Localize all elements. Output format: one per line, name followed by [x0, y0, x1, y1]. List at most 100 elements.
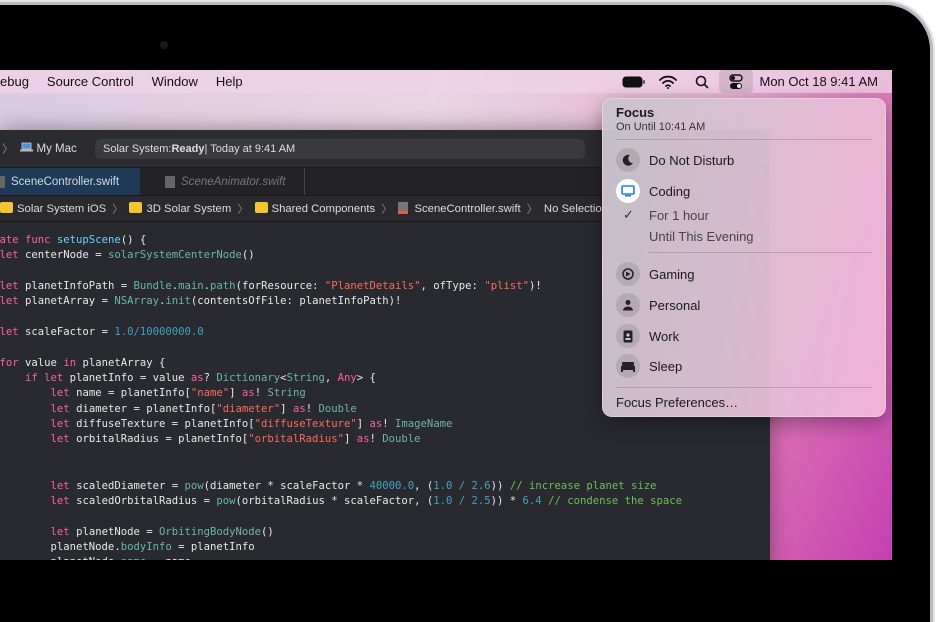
- focus-mode-label: Sleep: [649, 358, 683, 374]
- focus-sleep[interactable]: Sleep: [616, 354, 682, 378]
- code-line: for value in planetArray {: [0, 356, 682, 371]
- menu-source-control[interactable]: Source Control: [38, 74, 143, 89]
- menu-clock[interactable]: Mon Oct 18 9:41 AM: [753, 74, 892, 89]
- focus-mode-label: Gaming: [649, 266, 695, 282]
- code-token: 1.0 / 2.6: [433, 479, 491, 492]
- jump-label: Shared Components: [271, 203, 376, 215]
- code-token: scaledOrbitalRadius =: [76, 494, 217, 507]
- scheme-selector[interactable]: 〉 My Mac: [0, 141, 93, 157]
- duration-for-1-hour[interactable]: For 1 hour: [649, 208, 709, 223]
- chevron-right-icon: 〉: [2, 143, 14, 156]
- code-token: diameter = planetInfo[: [76, 402, 217, 415]
- code-token: )!: [528, 280, 542, 293]
- divider: [616, 139, 872, 140]
- jump-bar-item[interactable]: 3D Solar System: [129, 202, 231, 215]
- code-token: "orbitalRadius": [248, 433, 344, 446]
- search-icon[interactable]: [685, 70, 719, 93]
- code-token: planetNode.: [0, 556, 121, 560]
- code-token: for: [0, 356, 19, 369]
- status-area: Mon Oct 18 9:41 AM: [617, 70, 892, 93]
- control-center-icon[interactable]: [719, 70, 754, 93]
- code-token: setupScene: [56, 234, 121, 246]
- focus-mode-label: Work: [649, 328, 680, 344]
- focus-personal[interactable]: Personal: [616, 293, 700, 317]
- code-token: "plist": [484, 280, 529, 293]
- code-token: in: [63, 356, 83, 369]
- focus-do-not-disturb[interactable]: Do Not Disturb: [616, 148, 734, 172]
- jump-label: SceneController.swift: [414, 203, 521, 215]
- code-token: (): [261, 525, 274, 538]
- code-token: , (: [414, 479, 434, 492]
- moon-icon: [616, 148, 640, 172]
- code-token: "PlanetDetails": [324, 280, 421, 293]
- run-destination: My Mac: [36, 142, 77, 155]
- menu-window[interactable]: Window: [143, 74, 207, 89]
- code-token: ?: [203, 372, 217, 385]
- code-token: ]: [343, 433, 357, 446]
- code-token: 1.0/10000000.0: [114, 326, 204, 339]
- code-token: // increase planet size: [509, 479, 657, 492]
- menu-help[interactable]: Help: [207, 74, 252, 89]
- activity-project: Solar System:: [103, 142, 172, 155]
- divider: [649, 252, 872, 253]
- code-line: let scaledDiameter = pow(diameter * scal…: [0, 479, 682, 494]
- jump-bar-item[interactable]: SceneController.swift: [398, 202, 521, 215]
- tab-scenecontroller[interactable]: SceneController.swift: [0, 168, 140, 195]
- wifi-icon[interactable]: [651, 70, 685, 93]
- code-token: , ofType:: [420, 280, 485, 293]
- code-token: ]: [356, 418, 370, 431]
- activity-viewer: Solar System: Ready | Today at 9:41 AM: [95, 138, 585, 159]
- code-token: Any: [337, 372, 357, 385]
- code-token: = name: [146, 556, 191, 560]
- focus-mode-label: Personal: [649, 297, 701, 313]
- code-token: !: [305, 402, 319, 415]
- code-token: !: [254, 387, 268, 400]
- code-token: planetNode =: [76, 525, 159, 538]
- chevron-right-icon: 〉: [526, 203, 538, 216]
- code-token: if let: [25, 372, 64, 385]
- code-token: () {: [120, 234, 147, 246]
- tab-sceneanimator[interactable]: SceneAnimator.swift: [140, 168, 305, 195]
- duration-until-evening[interactable]: Until This Evening: [649, 229, 754, 244]
- code-token: "diameter": [216, 402, 281, 415]
- focus-coding[interactable]: Coding: [616, 179, 690, 203]
- jump-bar-item[interactable]: Solar System iOS: [0, 202, 106, 215]
- code-token: (): [241, 249, 255, 262]
- code-token: orbitalRadius = planetInfo[: [76, 433, 249, 446]
- code-token: planetInfo = value: [69, 372, 191, 385]
- code-token: = planetInfo: [171, 540, 255, 553]
- code-line: let name = planetInfo["name"] as! String: [0, 386, 682, 401]
- jump-bar-item[interactable]: Shared Components: [254, 202, 376, 215]
- menu-debug[interactable]: ebug: [0, 74, 38, 89]
- code-token: (forResource:: [235, 280, 325, 293]
- focus-work[interactable]: Work: [616, 324, 679, 348]
- code-line: let centerNode = solarSystemCenterNode(): [0, 248, 682, 263]
- jump-bar-item[interactable]: No Selection: [544, 203, 608, 215]
- code-token: !: [382, 418, 396, 431]
- code-token: String: [286, 372, 325, 385]
- code-token: 6.4: [522, 494, 542, 507]
- camera: [160, 41, 168, 49]
- code-token: (orbitalRadius * scaleFactor, (: [235, 494, 434, 507]
- code-token: 40000.0: [369, 479, 415, 492]
- folder-icon: [0, 202, 13, 213]
- code-line: let planetNode = OrbitingBodyNode(): [0, 525, 682, 540]
- jump-label: Solar System iOS: [17, 203, 107, 215]
- battery-icon[interactable]: [617, 70, 651, 93]
- focus-mode-label: Do Not Disturb: [649, 152, 735, 168]
- code-token: Double: [318, 402, 357, 415]
- code-token: Bundle: [133, 280, 172, 293]
- code-token: value: [25, 356, 64, 369]
- screen: ebug Source Control Window Help Mon Oct …: [0, 70, 892, 560]
- code-token: !: [369, 433, 383, 446]
- code-token: planetArray {: [82, 356, 166, 369]
- chevron-right-icon: 〉: [112, 203, 124, 216]
- code-token: (contentsOfFile: planetInfoPath)!: [190, 295, 402, 308]
- focus-gaming[interactable]: Gaming: [616, 262, 695, 286]
- code-token: > {: [356, 372, 376, 385]
- code-editor[interactable]: private func setupScene() { let centerNo…: [0, 233, 682, 560]
- focus-preferences[interactable]: Focus Preferences…: [616, 395, 738, 410]
- swift-file-icon: [165, 175, 175, 188]
